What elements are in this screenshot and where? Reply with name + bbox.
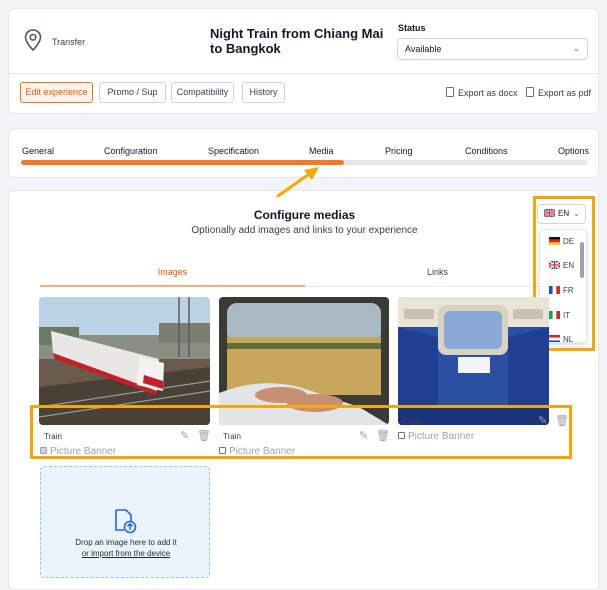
highlight-box-captions xyxy=(30,405,572,459)
media-tabs: Images Links xyxy=(40,261,570,287)
export-docx-label: Export as docx xyxy=(458,88,518,98)
import-from-device-link[interactable]: or import from the device xyxy=(41,548,211,559)
tab-images[interactable]: Images xyxy=(40,267,305,277)
step-media[interactable]: Media xyxy=(309,146,334,156)
section-title: Configure medias xyxy=(253,208,356,222)
step-specification[interactable]: Specification xyxy=(208,146,259,156)
annotation-arrow-icon xyxy=(276,167,319,198)
export-pdf-link[interactable]: Export as pdf xyxy=(526,87,591,98)
step-options[interactable]: Options xyxy=(558,146,589,156)
step-conditions[interactable]: Conditions xyxy=(465,146,508,156)
document-icon xyxy=(526,87,534,97)
experience-header: Transfer Night Train from Chiang Mai to … xyxy=(8,8,599,114)
promo-sup-button[interactable]: Promo / Sup xyxy=(99,82,166,103)
dropzone-text: Drop an image here to add it or import f… xyxy=(41,537,211,559)
dropzone-hint: Drop an image here to add it xyxy=(75,538,177,547)
step-general[interactable]: General xyxy=(22,146,54,156)
experience-title: Night Train from Chiang Mai to Bangkok xyxy=(210,26,384,56)
export-docx-link[interactable]: Export as docx xyxy=(446,87,518,98)
status-label: Status xyxy=(398,23,426,33)
document-icon xyxy=(446,87,454,97)
edit-experience-button[interactable]: Edit experience xyxy=(20,82,93,103)
active-tab-indicator xyxy=(40,285,305,287)
compatibility-button[interactable]: Compatibility xyxy=(171,82,234,103)
status-value: Available xyxy=(405,44,442,54)
upload-file-icon xyxy=(115,509,137,534)
step-pricing[interactable]: Pricing xyxy=(385,146,413,156)
chevron-down-icon: ⌄ xyxy=(572,43,580,53)
step-configuration[interactable]: Configuration xyxy=(104,146,158,156)
header-divider xyxy=(9,73,598,74)
experience-category: Transfer xyxy=(52,37,86,47)
image-dropzone[interactable]: Drop an image here to add it or import f… xyxy=(40,466,210,578)
location-pin-icon xyxy=(24,29,42,52)
status-select[interactable]: Available ⌄ xyxy=(397,38,588,60)
export-pdf-label: Export as pdf xyxy=(538,88,592,98)
section-subtitle: Optionally add images and links to your … xyxy=(191,225,418,236)
tab-links[interactable]: Links xyxy=(305,267,570,277)
history-button[interactable]: History xyxy=(242,82,285,103)
